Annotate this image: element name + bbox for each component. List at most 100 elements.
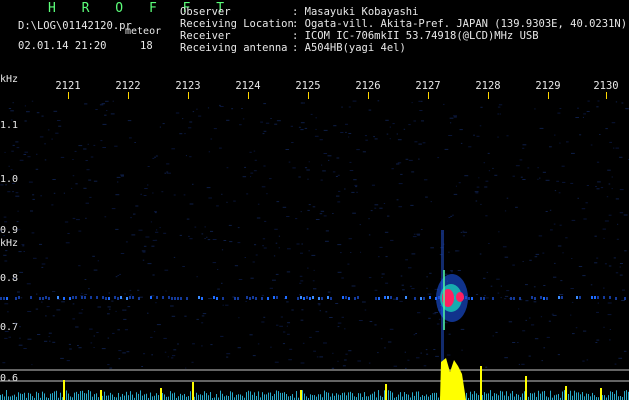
- carrier-segment: [534, 297, 536, 300]
- noise-speck: [155, 155, 158, 157]
- noise-speck: [313, 350, 316, 352]
- noise-speck: [246, 193, 249, 195]
- noise-speck: [155, 302, 157, 304]
- trace-noise: [488, 393, 489, 400]
- noise-speck: [362, 301, 366, 303]
- carrier-segment: [102, 296, 104, 299]
- trace-noise: [238, 394, 239, 400]
- trace-noise: [210, 392, 211, 400]
- noise-speck: [408, 124, 411, 126]
- noise-speck: [560, 280, 563, 282]
- noise-speck: [506, 197, 509, 199]
- noise-speck: [545, 179, 550, 181]
- noise-speck: [342, 365, 346, 367]
- noise-speck: [543, 347, 546, 349]
- trace-noise: [408, 394, 409, 400]
- trace-noise: [336, 393, 337, 400]
- noise-speck: [272, 279, 276, 281]
- noise-speck: [84, 279, 87, 280]
- noise-speck: [250, 176, 252, 178]
- noise-speck: [152, 192, 154, 194]
- trace-noise: [96, 393, 97, 400]
- noise-speck: [359, 224, 361, 226]
- noise-speck: [325, 230, 329, 232]
- noise-speck: [16, 221, 19, 223]
- noise-speck: [615, 198, 619, 200]
- noise-speck: [125, 241, 128, 243]
- noise-speck: [124, 293, 126, 295]
- noise-speck: [448, 333, 451, 335]
- noise-speck: [239, 124, 242, 126]
- trace-noise: [588, 394, 589, 400]
- noise-speck: [608, 265, 612, 267]
- trace-noise: [616, 390, 617, 400]
- noise-speck: [374, 138, 378, 140]
- noise-speck: [429, 272, 432, 274]
- noise-speck: [389, 126, 391, 128]
- noise-speck: [219, 106, 224, 107]
- noise-speck: [356, 191, 358, 193]
- noise-speck: [147, 184, 149, 186]
- trace-spike: [385, 384, 387, 400]
- noise-speck: [287, 322, 291, 324]
- noise-speck: [175, 112, 180, 114]
- trace-noise: [126, 391, 127, 400]
- trace-noise: [28, 392, 29, 400]
- noise-speck: [609, 141, 613, 143]
- noise-speck: [19, 271, 24, 273]
- noise-speck: [81, 309, 84, 311]
- carrier-segment: [42, 297, 44, 300]
- noise-speck: [0, 184, 4, 186]
- trace-noise: [150, 392, 151, 400]
- carrier-segment: [108, 297, 110, 300]
- noise-speck: [115, 276, 118, 278]
- noise-speck: [226, 119, 230, 121]
- noise-speck: [265, 122, 270, 124]
- noise-speck: [196, 108, 198, 110]
- trace-noise: [576, 392, 577, 400]
- noise-speck: [280, 316, 283, 318]
- noise-speck: [374, 289, 378, 291]
- noise-speck: [307, 209, 310, 211]
- trace-noise: [144, 394, 145, 400]
- noise-speck: [506, 135, 509, 137]
- noise-speck: [437, 157, 440, 159]
- trace-noise: [482, 395, 483, 400]
- noise-speck: [55, 132, 59, 134]
- carrier-segment: [168, 296, 170, 299]
- noise-speck: [88, 179, 92, 181]
- noise-speck: [475, 200, 478, 202]
- trace-noise: [614, 393, 615, 400]
- trace-noise: [476, 393, 477, 400]
- trace-noise: [546, 396, 547, 400]
- noise-speck: [323, 129, 328, 131]
- noise-speck: [436, 323, 440, 325]
- noise-speck: [380, 338, 383, 340]
- noise-speck: [104, 114, 107, 116]
- carrier-segment: [75, 296, 77, 299]
- noise-speck: [352, 100, 357, 102]
- trace-noise: [618, 396, 619, 400]
- noise-speck: [549, 146, 552, 148]
- trace-noise: [328, 392, 329, 400]
- carrier-segment: [609, 296, 611, 299]
- noise-speck: [533, 286, 536, 288]
- noise-speck: [67, 233, 70, 234]
- noise-speck: [596, 257, 599, 259]
- noise-speck: [519, 159, 523, 161]
- noise-speck: [10, 169, 13, 171]
- trace-noise: [496, 393, 497, 400]
- noise-speck: [283, 331, 286, 333]
- carrier-segment: [84, 296, 86, 299]
- noise-speck: [150, 221, 153, 223]
- noise-speck: [381, 276, 383, 278]
- noise-speck: [90, 342, 93, 344]
- noise-speck: [44, 159, 47, 161]
- noise-speck: [184, 133, 186, 135]
- noise-speck: [120, 174, 125, 176]
- noise-speck: [571, 152, 575, 154]
- noise-speck: [16, 229, 21, 231]
- trace-noise: [474, 391, 475, 400]
- noise-speck: [354, 184, 358, 186]
- trace-noise: [340, 395, 341, 400]
